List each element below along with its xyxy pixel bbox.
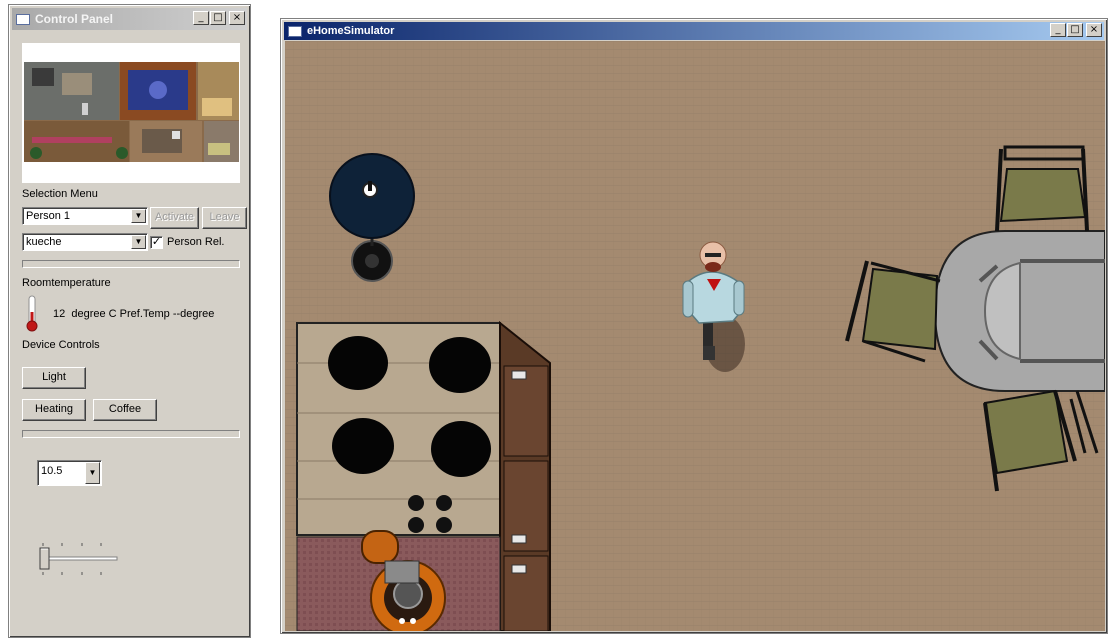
heating-button[interactable]: Heating (22, 399, 86, 421)
dining-table[interactable] (933, 230, 1105, 392)
temperature-readout: 12 degree C Pref.Temp --degree (53, 308, 215, 320)
activate-button[interactable]: Activate (150, 207, 199, 229)
person-rel-checkbox[interactable]: ✓ (150, 236, 163, 249)
value-slider[interactable] (38, 537, 120, 579)
maximize-button[interactable]: □ (210, 11, 226, 25)
selection-menu-label: Selection Menu (22, 188, 98, 200)
window-icon (16, 13, 30, 25)
window-icon (288, 25, 302, 37)
person-select[interactable]: Person 1 ▼ (22, 207, 148, 225)
control-panel-window: Control Panel _ □ × Selection Menu Perso… (8, 4, 251, 638)
coffee-button[interactable]: Coffee (93, 399, 157, 421)
chevron-down-icon[interactable]: ▼ (131, 209, 146, 223)
room-select-value: kueche (26, 236, 62, 248)
simulator-titlebar[interactable]: eHomeSimulator _ □ × (284, 22, 1104, 40)
person-select-value: Person 1 (26, 210, 71, 222)
kitchen-cabinets[interactable] (499, 320, 551, 631)
house-overview-map[interactable] (22, 43, 240, 183)
chevron-down-icon[interactable]: ▼ (131, 235, 146, 249)
simulation-viewport[interactable] (285, 41, 1105, 631)
value-select[interactable]: 10.5 ▼ (37, 460, 102, 486)
control-panel-title: Control Panel (35, 12, 114, 26)
device-controls-label: Device Controls (22, 339, 100, 351)
thermometer-icon (26, 295, 38, 332)
close-button[interactable]: × (1086, 23, 1102, 37)
chevron-down-icon[interactable]: ▼ (85, 462, 100, 484)
control-panel-titlebar[interactable]: Control Panel _ □ × (12, 8, 247, 30)
close-button[interactable]: × (229, 11, 245, 25)
roomtemperature-label: Roomtemperature (22, 277, 111, 289)
simulator-title: eHomeSimulator (307, 25, 395, 37)
separator (22, 260, 240, 268)
house-overview-image (22, 43, 240, 183)
kitchen-stove[interactable] (296, 322, 501, 536)
separator (22, 430, 240, 438)
simulator-window: eHomeSimulator _ □ × (280, 18, 1108, 634)
room-select[interactable]: kueche ▼ (22, 233, 148, 251)
maximize-button[interactable]: □ (1067, 23, 1083, 37)
person-rel-label: Person Rel. (167, 236, 225, 248)
dining-chair[interactable] (995, 145, 1089, 232)
leave-button[interactable]: Leave (202, 207, 247, 229)
minimize-button[interactable]: _ (193, 11, 209, 25)
slider-thumb (39, 547, 50, 570)
value-select-value: 10.5 (41, 465, 63, 477)
minimize-button[interactable]: _ (1050, 23, 1066, 37)
light-button[interactable]: Light (22, 367, 86, 389)
